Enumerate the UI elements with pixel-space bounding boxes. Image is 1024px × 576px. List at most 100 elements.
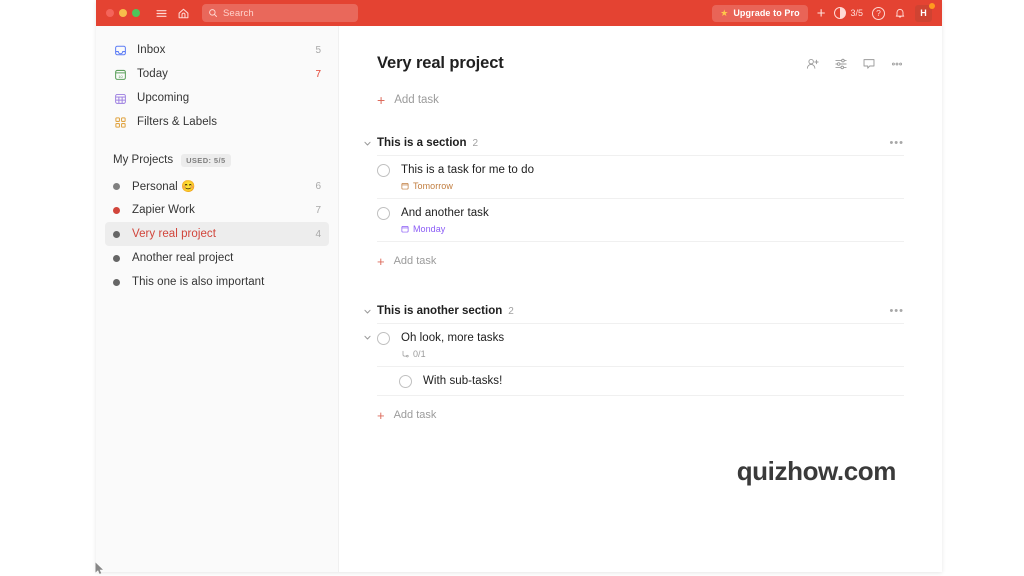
calendar-icon (401, 225, 409, 233)
more-options-icon[interactable] (890, 57, 904, 71)
task-checkbox[interactable] (399, 375, 412, 388)
project-label: Very real project (132, 228, 216, 240)
task-meta: Monday (401, 224, 904, 234)
sidebar-item-label: Upcoming (137, 92, 190, 104)
sidebar-project-very-real-project[interactable]: Very real project 4 (105, 222, 329, 246)
chevron-down-icon[interactable] (361, 307, 374, 316)
sidebar-project-personal[interactable]: Personal 😊 6 (105, 174, 329, 198)
subtask-progress: 0/1 (413, 349, 426, 359)
task-checkbox[interactable] (377, 207, 390, 220)
project-header: Very real project (377, 54, 904, 73)
task-title: With sub-tasks! (423, 375, 503, 387)
task-row[interactable]: With sub-tasks! (377, 367, 904, 396)
task-title: This is a task for me to do (401, 164, 535, 176)
project-label: Zapier Work (132, 204, 195, 216)
task-checkbox[interactable] (377, 332, 390, 345)
view-options-icon[interactable] (834, 57, 848, 71)
project-label: This one is also important (132, 276, 265, 288)
section-header: This is another section 2 ••• (364, 301, 904, 321)
sidebar-item-count: 5 (315, 44, 321, 56)
top-bar-actions: ★ Upgrade to Pro + 3/5 ? H (712, 2, 935, 22)
task-due-date[interactable]: Monday (413, 224, 445, 234)
project-count: 6 (315, 180, 321, 192)
subtask-icon (401, 350, 409, 358)
add-task-button-section-1[interactable]: + Add task (377, 251, 904, 271)
app-body: Inbox 5 10 Today 7 Upcoming Filters & La… (96, 26, 942, 572)
bell-icon[interactable] (894, 7, 906, 19)
sidebar-project-zapier-work[interactable]: Zapier Work 7 (105, 198, 329, 222)
section-task-count: 2 (472, 137, 479, 149)
sidebar-project-this-one-is-also-important[interactable]: This one is also important (105, 270, 329, 294)
add-person-icon[interactable] (806, 57, 820, 71)
search-placeholder: Search (223, 7, 254, 19)
comments-icon[interactable] (862, 57, 876, 71)
home-icon[interactable] (174, 4, 192, 22)
hamburger-menu-icon[interactable] (152, 4, 170, 22)
plus-icon: + (377, 253, 385, 269)
section-name: This is a section (377, 137, 467, 149)
task-body: With sub-tasks! (423, 374, 904, 388)
task-row[interactable]: Oh look, more tasks 0/1 (364, 323, 904, 367)
upgrade-to-pro-label: Upgrade to Pro (733, 8, 800, 18)
screenshot-root: Search ★ Upgrade to Pro + 3/5 ? H Inbox … (0, 0, 1024, 576)
sidebar-project-another-real-project[interactable]: Another real project (105, 246, 329, 270)
task-body: Oh look, more tasks 0/1 (401, 331, 904, 359)
chevron-down-icon[interactable] (361, 333, 374, 342)
task-row[interactable]: And another task Monday (377, 199, 904, 242)
section-header: This is a section 2 ••• (364, 133, 904, 153)
search-icon (208, 8, 218, 18)
sidebar-item-filters-labels[interactable]: Filters & Labels (105, 110, 329, 134)
avatar[interactable]: H (915, 2, 935, 22)
sidebar-item-label: Filters & Labels (137, 116, 218, 128)
add-task-button-top[interactable]: + Add task (377, 89, 904, 111)
add-task-label: Add task (394, 94, 439, 106)
upgrade-to-pro-button[interactable]: ★ Upgrade to Pro (712, 4, 808, 22)
sidebar-item-label: Inbox (137, 44, 166, 56)
project-count: 7 (315, 204, 321, 216)
plus-icon[interactable]: + (817, 6, 826, 21)
calendar-today-icon: 10 (113, 67, 128, 82)
sidebar-item-inbox[interactable]: Inbox 5 (105, 38, 329, 62)
sidebar-item-upcoming[interactable]: Upcoming (105, 86, 329, 110)
productivity-ring-icon (834, 7, 847, 19)
star-icon: ★ (720, 7, 729, 18)
top-bar: Search ★ Upgrade to Pro + 3/5 ? H (96, 0, 942, 26)
chevron-down-icon[interactable] (361, 139, 374, 148)
task-checkbox[interactable] (377, 164, 390, 177)
productivity-count: 3/5 (850, 8, 863, 18)
project-color-dot (113, 254, 120, 262)
sidebar-item-count: 7 (315, 68, 321, 80)
section-block: This is another section 2 ••• Oh look, m… (364, 301, 904, 425)
section-name: This is another section (377, 305, 503, 317)
task-body: And another task Monday (401, 206, 904, 234)
task-list: Oh look, more tasks 0/1 With sub-tasks! (364, 323, 904, 396)
project-color-dot (113, 278, 120, 286)
maximize-window-button[interactable] (132, 9, 140, 17)
inbox-icon (113, 43, 128, 58)
task-row[interactable]: This is a task for me to do Tomorrow (377, 155, 904, 199)
search-input[interactable]: Search (202, 4, 358, 22)
project-label: Another real project (132, 252, 234, 264)
my-projects-title: My Projects (113, 154, 174, 166)
more-options-icon[interactable]: ••• (889, 305, 904, 317)
section-block: This is a section 2 ••• This is a task f… (364, 133, 904, 271)
project-color-dot (113, 206, 120, 214)
more-options-icon[interactable]: ••• (889, 137, 904, 149)
app-window: Search ★ Upgrade to Pro + 3/5 ? H Inbox … (96, 0, 942, 572)
page-title: Very real project (377, 54, 504, 72)
project-color-dot (113, 182, 120, 190)
task-meta: Tomorrow (401, 181, 904, 191)
project-label: Personal 😊 (132, 181, 196, 193)
my-projects-header[interactable]: My Projects USED: 5/5 (105, 150, 329, 170)
question-mark-icon[interactable]: ? (872, 6, 885, 20)
minimize-window-button[interactable] (119, 9, 127, 17)
productivity-indicator[interactable]: 3/5 (834, 7, 863, 19)
close-window-button[interactable] (106, 9, 114, 17)
task-due-date[interactable]: Tomorrow (413, 181, 453, 191)
sidebar-item-today[interactable]: 10 Today 7 (105, 62, 329, 86)
add-task-button-section-2[interactable]: + Add task (377, 405, 904, 425)
avatar-notification-badge (929, 2, 935, 9)
task-meta: 0/1 (401, 349, 904, 359)
add-task-label: Add task (393, 255, 437, 267)
add-task-label: Add task (393, 409, 437, 421)
